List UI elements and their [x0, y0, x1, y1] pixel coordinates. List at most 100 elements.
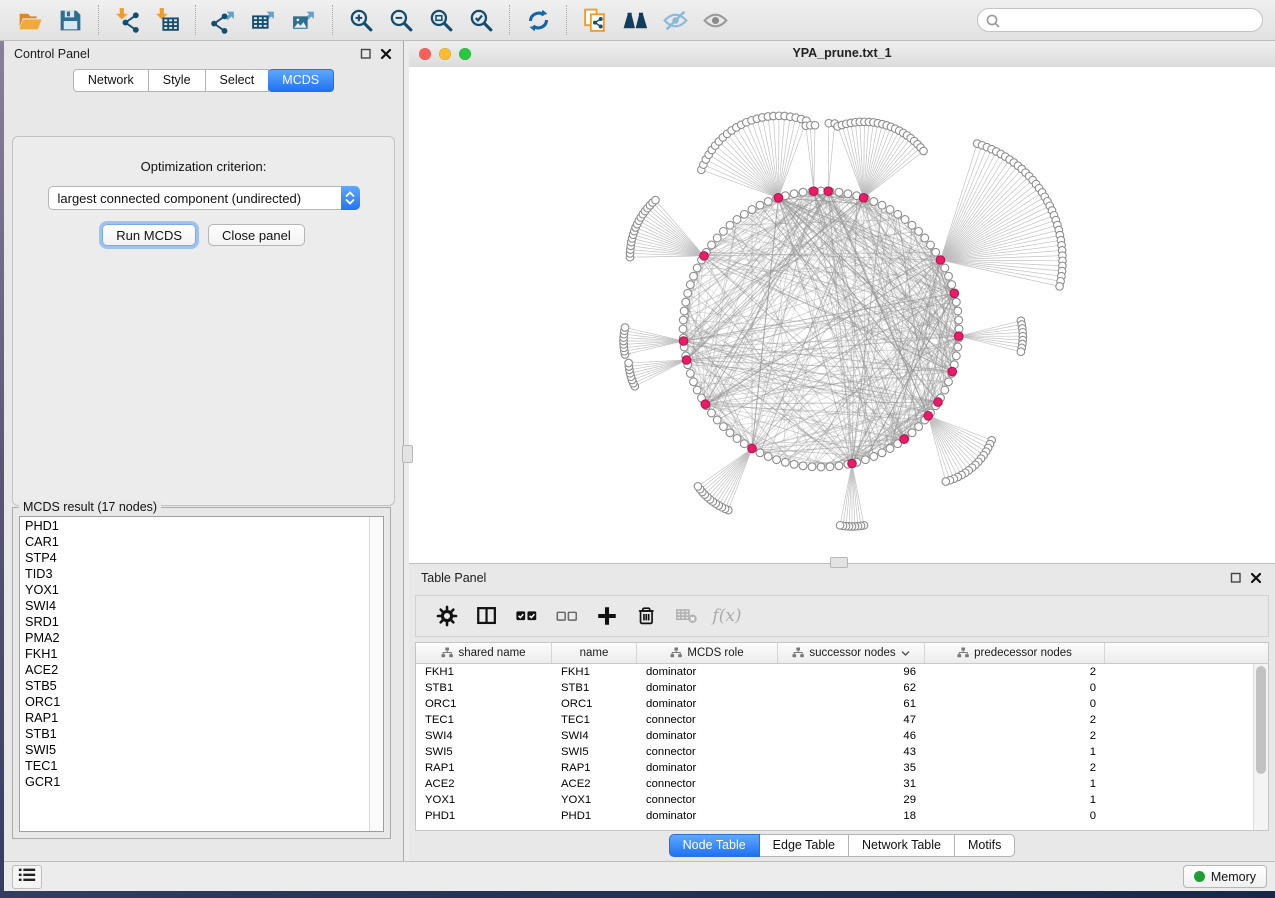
- zoom-fit-button[interactable]: [423, 4, 459, 36]
- tab-node-table[interactable]: Node Table: [669, 834, 760, 857]
- zoom-selected-button[interactable]: [463, 4, 499, 36]
- mcds-result-item[interactable]: PMA2: [20, 630, 369, 646]
- table-cell: 29: [778, 794, 925, 806]
- table-row[interactable]: STB1STB1dominator620: [416, 680, 1268, 696]
- mcds-result-item[interactable]: ACE2: [20, 662, 369, 678]
- delete-column-button[interactable]: [630, 599, 664, 633]
- tab-network[interactable]: Network: [73, 69, 149, 92]
- select-checked-button[interactable]: [510, 599, 544, 633]
- node-table: shared namenameMCDS rolesuccessor nodesp…: [415, 642, 1269, 831]
- memory-button[interactable]: Memory: [1183, 865, 1267, 888]
- table-row[interactable]: RAP1RAP1dominator352: [416, 760, 1268, 776]
- tab-style[interactable]: Style: [149, 69, 206, 92]
- float-window-icon[interactable]: [359, 47, 373, 61]
- export-image-button[interactable]: [286, 4, 322, 36]
- table-cell: 46: [778, 730, 925, 742]
- select-unchecked-button[interactable]: [550, 599, 584, 633]
- table-row[interactable]: FKH1FKH1dominator962: [416, 664, 1268, 680]
- table-row[interactable]: SWI4SWI4dominator462: [416, 728, 1268, 744]
- mcds-result-item[interactable]: SWI5: [20, 742, 369, 758]
- hide-eye-button[interactable]: [657, 4, 693, 36]
- show-eye-button[interactable]: [697, 4, 733, 36]
- tab-network-table[interactable]: Network Table: [849, 834, 955, 857]
- table-cell: 2: [925, 714, 1105, 726]
- copy-network-button[interactable]: [577, 4, 613, 36]
- table-row[interactable]: PHD1PHD1dominator180: [416, 808, 1268, 824]
- mcds-result-item[interactable]: TEC1: [20, 758, 369, 774]
- network-view-canvas[interactable]: [409, 67, 1275, 563]
- table-row[interactable]: SWI5SWI5connector431: [416, 744, 1268, 760]
- application-window: Control Panel NetworkStyleSelectMCDS Opt…: [0, 0, 1275, 898]
- control-panel: Control Panel NetworkStyleSelectMCDS Opt…: [4, 41, 404, 861]
- table-cell: RAP1: [552, 762, 637, 774]
- mcds-result-list[interactable]: PHD1CAR1STP4TID3YOX1SWI4SRD1PMA2FKH1ACE2…: [19, 516, 384, 832]
- float-table-window-icon[interactable]: [1229, 571, 1243, 585]
- import-network-button[interactable]: [109, 4, 145, 36]
- table-cell: connector: [637, 794, 778, 806]
- mcds-result-item[interactable]: SWI4: [20, 598, 369, 614]
- table-row[interactable]: ORC1ORC1dominator610: [416, 696, 1268, 712]
- tab-mcds[interactable]: MCDS: [268, 69, 334, 92]
- mcds-result-item[interactable]: RAP1: [20, 710, 369, 726]
- save-button[interactable]: [52, 4, 88, 36]
- delete-table-icon: [675, 604, 699, 628]
- optimization-select[interactable]: largest connected component (undirected): [48, 186, 360, 210]
- settings-gear-button[interactable]: [430, 599, 464, 633]
- hide-eye-icon: [662, 7, 689, 34]
- tab-edge-table[interactable]: Edge Table: [760, 834, 849, 857]
- close-table-panel-icon[interactable]: [1249, 571, 1263, 585]
- network-window-titlebar[interactable]: YPA_prune.txt_1: [409, 41, 1275, 68]
- table-row[interactable]: YOX1YOX1connector291: [416, 792, 1268, 808]
- column-header-name[interactable]: name: [552, 643, 637, 663]
- column-header-predecessor-nodes[interactable]: predecessor nodes: [925, 643, 1105, 663]
- function-button[interactable]: f(x): [710, 599, 744, 633]
- binoculars-button[interactable]: [617, 4, 653, 36]
- close-panel-button[interactable]: Close panel: [208, 224, 305, 246]
- open-folder-button[interactable]: [12, 4, 48, 36]
- network-graph[interactable]: [409, 67, 1275, 563]
- table-cell: 2: [925, 730, 1105, 742]
- table-cell: FKH1: [552, 666, 637, 678]
- zoom-in-button[interactable]: [343, 4, 379, 36]
- column-header-MCDS-role[interactable]: MCDS role: [637, 643, 778, 663]
- task-history-button[interactable]: [12, 865, 42, 889]
- export-network-icon: [211, 7, 238, 34]
- mcds-result-item[interactable]: STP4: [20, 550, 369, 566]
- mcds-result-item[interactable]: ORC1: [20, 694, 369, 710]
- mcds-result-item[interactable]: STB5: [20, 678, 369, 694]
- list-scrollbar[interactable]: [369, 517, 383, 831]
- export-network-button[interactable]: [206, 4, 242, 36]
- table-scrollbar[interactable]: [1253, 664, 1268, 830]
- mcds-result-item[interactable]: CAR1: [20, 534, 369, 550]
- run-mcds-button[interactable]: Run MCDS: [102, 224, 196, 246]
- export-table-button[interactable]: [246, 4, 282, 36]
- mcds-result-title: MCDS result (17 nodes): [19, 500, 161, 514]
- refresh-button[interactable]: [520, 4, 556, 36]
- column-layout-button[interactable]: [470, 599, 504, 633]
- mcds-result-item[interactable]: GCR1: [20, 774, 369, 790]
- delete-table-button[interactable]: [670, 599, 704, 633]
- mcds-result-item[interactable]: PHD1: [20, 518, 369, 534]
- add-column-button[interactable]: [590, 599, 624, 633]
- tab-select[interactable]: Select: [206, 69, 270, 92]
- mcds-result-item[interactable]: STB1: [20, 726, 369, 742]
- mcds-result-item[interactable]: TID3: [20, 566, 369, 582]
- mcds-result-item[interactable]: SRD1: [20, 614, 369, 630]
- close-panel-icon[interactable]: [379, 47, 393, 61]
- horizontal-splitter-grip[interactable]: [830, 557, 848, 568]
- import-table-button[interactable]: [149, 4, 185, 36]
- mcds-result-item[interactable]: FKH1: [20, 646, 369, 662]
- column-header-successor-nodes[interactable]: successor nodes: [778, 643, 925, 663]
- table-row[interactable]: TEC1TEC1connector472: [416, 712, 1268, 728]
- table-scrollbar-thumb[interactable]: [1256, 666, 1266, 774]
- zoom-out-button[interactable]: [383, 4, 419, 36]
- tab-motifs[interactable]: Motifs: [955, 834, 1015, 857]
- table-cell: 35: [778, 762, 925, 774]
- column-layout-icon: [475, 604, 499, 628]
- column-header-shared-name[interactable]: shared name: [416, 643, 552, 663]
- search-input[interactable]: [977, 8, 1263, 32]
- vertical-splitter-grip[interactable]: [402, 445, 413, 463]
- table-row[interactable]: ACE2ACE2connector311: [416, 776, 1268, 792]
- mcds-result-item[interactable]: YOX1: [20, 582, 369, 598]
- select-unchecked-icon: [555, 604, 579, 628]
